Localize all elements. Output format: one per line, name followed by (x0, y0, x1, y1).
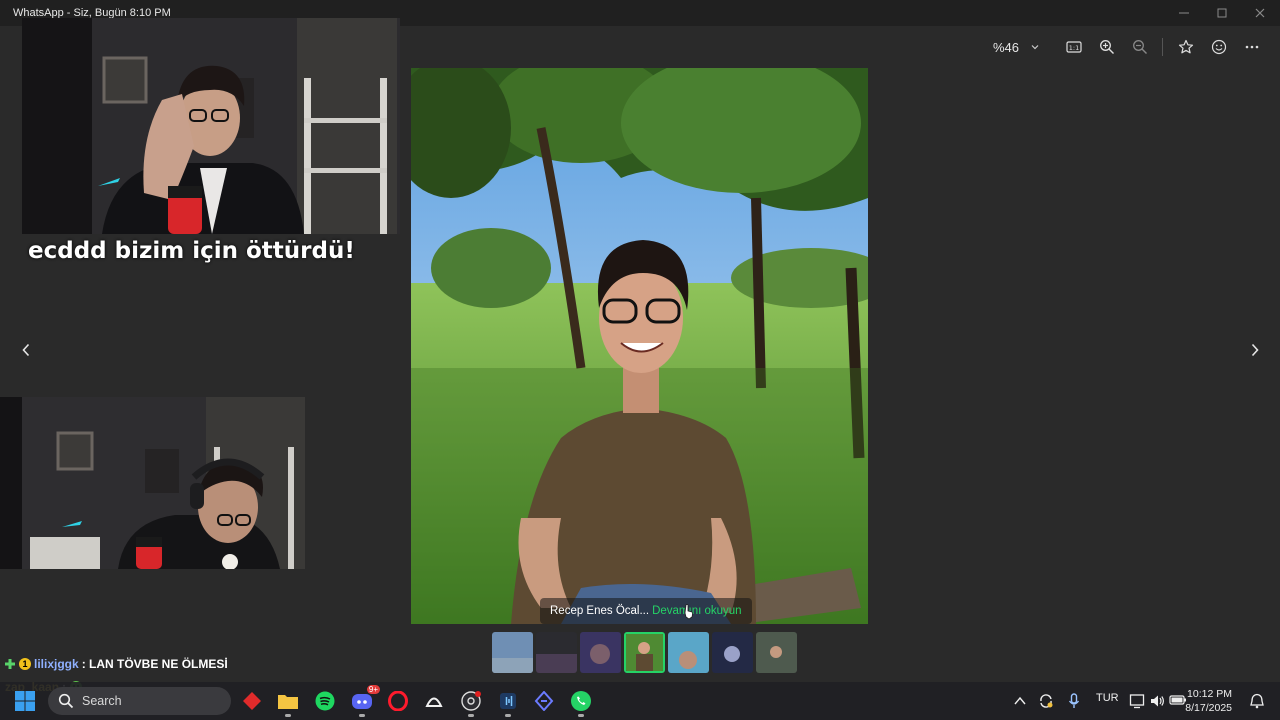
react-button[interactable] (1202, 34, 1235, 60)
opera-icon (388, 691, 408, 711)
read-more-link[interactable]: Devamını okuyun (652, 605, 742, 617)
taskbar-app-red[interactable] (240, 689, 264, 713)
language-indicator[interactable]: TUR (1096, 692, 1119, 704)
chat-text: : LAN TÖVBE NE ÖLMESİ (81, 657, 228, 671)
svg-text:1:1: 1:1 (1068, 44, 1078, 52)
chevron-down-icon (1031, 45, 1039, 50)
whatsapp-media-viewer: WhatsApp - Siz, Bugün 8:10 PM %46 1:1 ec… (0, 0, 1280, 720)
zoom-in-button[interactable] (1090, 34, 1123, 60)
more-icon (1245, 45, 1258, 49)
main-photo[interactable] (411, 68, 868, 624)
clock-date: 8/17/2025 (1185, 702, 1232, 714)
close-button[interactable] (1241, 0, 1279, 26)
plus-badge-icon (5, 659, 15, 669)
taskbar-app-cloud[interactable] (422, 689, 446, 713)
webcam-top-image (22, 18, 400, 234)
taskbar-app-files[interactable] (276, 689, 300, 717)
thumbnail[interactable] (756, 632, 797, 673)
search-icon (58, 693, 74, 709)
photo-image (411, 68, 868, 624)
running-indicator (578, 714, 584, 717)
taskbar-app-opera[interactable] (386, 689, 410, 713)
minimize-button[interactable] (1165, 0, 1203, 26)
thumbnail[interactable] (712, 632, 753, 673)
microphone-icon[interactable] (1068, 693, 1080, 709)
overlay-caption: ecddd bizim için öttürdü! (28, 238, 355, 264)
red-diamond-app-icon (243, 692, 261, 710)
chevron-left-icon (22, 343, 30, 357)
viewer-toolbar: %46 1:1 (993, 34, 1268, 60)
clock[interactable]: 10:12 PM 8/17/2025 (1185, 687, 1232, 715)
photo-caption: Recep Enes Öcal... Devamını okuyun (540, 598, 752, 624)
taskbar-app-dev[interactable] (532, 689, 556, 713)
sync-icon[interactable] (1038, 693, 1054, 709)
caption-author: Recep Enes Öcal... (550, 605, 650, 617)
clock-time: 10:12 PM (1187, 688, 1232, 700)
running-indicator (285, 714, 291, 717)
chevron-up-icon[interactable] (1014, 696, 1026, 706)
zoom-out-button[interactable] (1123, 34, 1156, 60)
thumbnail-strip (492, 632, 797, 674)
previous-button[interactable] (16, 340, 36, 360)
actual-size-icon: 1:1 (1065, 41, 1082, 53)
mouse-cursor-icon (684, 604, 693, 620)
taskbar-app-whatsapp[interactable] (569, 689, 593, 717)
emoji-icon (1211, 39, 1226, 55)
star-icon (1178, 39, 1193, 54)
thumbnail[interactable] (536, 632, 577, 673)
audio-app-icon (500, 693, 516, 709)
star-button[interactable] (1169, 34, 1202, 60)
network-icon[interactable] (1129, 693, 1145, 709)
taskbar-search[interactable]: Search (48, 687, 231, 715)
next-button[interactable] (1245, 340, 1265, 360)
taskbar-app-discord[interactable]: 9+ (350, 685, 380, 717)
cloud-app-icon (425, 697, 443, 707)
whatsapp-icon (571, 691, 591, 711)
thumbnail[interactable] (580, 632, 621, 673)
maximize-button[interactable] (1203, 0, 1241, 26)
webcam-overlay-top (22, 18, 400, 234)
search-label: Search (82, 694, 122, 708)
start-button[interactable] (14, 690, 36, 717)
chat-message: 1 lilixjggk : LAN TÖVBE NE ÖLMESİ (4, 657, 228, 671)
thumbnail[interactable] (492, 632, 533, 673)
zoom-in-icon (1099, 40, 1114, 54)
sub-badge: 1 (19, 658, 31, 670)
webcam-bottom-image (0, 397, 305, 569)
spotify-icon (315, 691, 335, 711)
zoom-dropdown[interactable]: %46 (993, 40, 1039, 55)
taskbar-app-obs[interactable] (459, 689, 483, 717)
discord-badge: 9+ (366, 685, 380, 694)
webcam-overlay-bottom (0, 397, 305, 569)
thumbnail[interactable] (668, 632, 709, 673)
chat-username: lilixjggk (34, 657, 79, 671)
running-indicator (505, 714, 511, 717)
chevron-right-icon (1251, 343, 1259, 357)
taskbar-app-audio[interactable] (496, 689, 520, 717)
volume-icon[interactable] (1149, 693, 1165, 709)
zoom-out-icon (1132, 40, 1147, 54)
running-indicator (359, 714, 365, 717)
maximize-icon (1217, 8, 1227, 18)
minimize-icon (1179, 12, 1189, 14)
close-icon (1255, 8, 1265, 18)
more-options-button[interactable] (1235, 34, 1268, 60)
folder-icon (278, 695, 298, 709)
thumbnail-active[interactable] (624, 632, 665, 673)
dev-app-icon (534, 691, 554, 711)
notification-icon[interactable] (1250, 693, 1264, 709)
toolbar-divider (1162, 38, 1163, 56)
windows-icon (15, 691, 35, 711)
taskbar: Search 9+ TUR 10:12 PM 8/17/2025 (0, 682, 1280, 720)
discord-icon (352, 694, 372, 709)
zoom-level: %46 (992, 39, 1019, 55)
taskbar-app-spotify[interactable] (313, 689, 337, 713)
running-indicator (468, 714, 474, 717)
obs-icon (461, 691, 481, 711)
actual-size-button[interactable]: 1:1 (1057, 34, 1090, 60)
